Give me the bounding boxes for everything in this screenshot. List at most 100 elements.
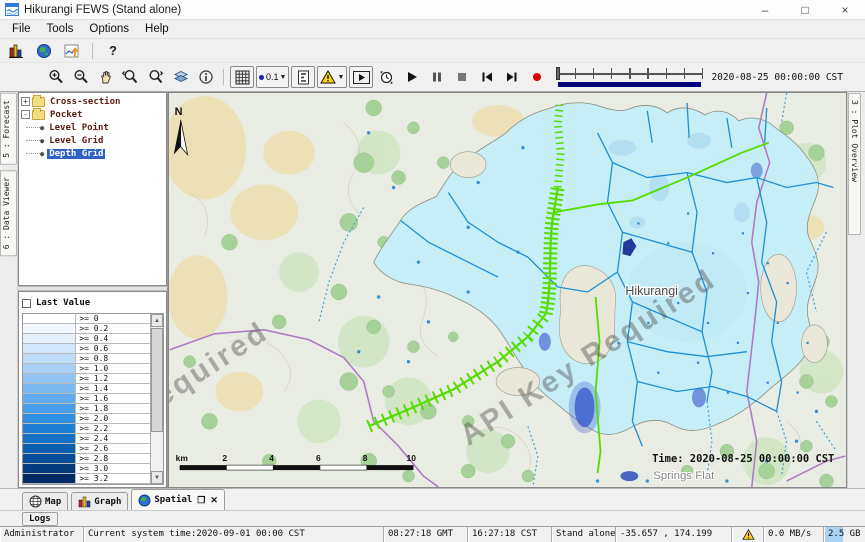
spatial-toolbar: 0.1 ▼ ▼ [0, 62, 865, 92]
menu-help[interactable]: Help [137, 21, 177, 37]
minimize-button[interactable]: – [745, 0, 785, 19]
chevron-down-icon: ▼ [337, 74, 344, 81]
record-icon [531, 71, 543, 83]
legend-swatch [23, 424, 76, 433]
movie-player-icon [353, 71, 370, 84]
legend-toggle-button[interactable] [291, 66, 315, 88]
time-slider-ticks [556, 68, 703, 79]
tab-plot-overview[interactable]: 3 : Plot Overview [848, 93, 861, 235]
scroll-down-icon[interactable]: ▼ [151, 471, 163, 484]
close-button[interactable]: × [825, 0, 865, 19]
movie-player-button[interactable] [349, 66, 373, 88]
scroll-thumb[interactable] [151, 328, 163, 432]
tab-map[interactable]: Map [22, 492, 68, 510]
warning-threshold-dropdown[interactable]: ▼ [317, 66, 347, 88]
logs-tab[interactable]: Logs [22, 512, 58, 526]
toolbar-separator [92, 43, 93, 59]
legend-row: >= 1.4 [23, 384, 150, 394]
interval-value: 0.1 [266, 72, 279, 82]
help-icon: ? [109, 43, 117, 58]
legend-row-label: >= 2.4 [76, 434, 150, 443]
menu-file[interactable]: File [4, 21, 39, 37]
map-canvas: API Key Required API Key Required N km 2… [169, 93, 846, 487]
legend-row-label: >= 0.6 [76, 344, 150, 353]
tree-item[interactable]: ●Depth Grid [21, 147, 166, 160]
tree-item[interactable]: + Cross-section [21, 95, 166, 108]
last-frame-button[interactable] [500, 66, 523, 89]
skip-start-icon [481, 71, 493, 83]
legend-row-label: >= 1.8 [76, 404, 150, 413]
zoom-in-button[interactable] [44, 66, 67, 89]
map-time-label: Time: 2020-08-25 00:00:00 CST [652, 453, 834, 465]
svg-text:8: 8 [363, 453, 368, 463]
bullet-icon: ● [40, 124, 44, 132]
tab-graph-label: Graph [94, 497, 121, 507]
zoom-previous-button[interactable] [119, 66, 142, 89]
legend-row: >= 2.0 [23, 414, 150, 424]
legend-row-label: >= 2.6 [76, 444, 150, 453]
legend-row-label: >= 2.0 [76, 414, 150, 423]
legend-swatch [23, 384, 76, 393]
tree-item-label: Level Grid [47, 136, 105, 146]
grid-icon [235, 70, 250, 85]
tree-item[interactable]: -Pocket [21, 108, 166, 121]
status-user: Administrator [0, 527, 84, 542]
tab-spatial[interactable]: Spatial ❐ ✕ [131, 489, 225, 510]
pan-button[interactable] [94, 66, 117, 89]
contour-interval-dropdown[interactable]: 0.1 ▼ [256, 66, 289, 88]
time-slider-handle[interactable] [556, 67, 560, 80]
map-viewport[interactable]: API Key Required API Key Required N km 2… [168, 92, 847, 488]
skip-end-icon [506, 71, 518, 83]
status-warning-cell[interactable] [732, 527, 764, 542]
zoom-out-button[interactable] [69, 66, 92, 89]
first-frame-button[interactable] [475, 66, 498, 89]
legend-row: >= 1.8 [23, 404, 150, 414]
legend-swatch [23, 414, 76, 423]
timeseries-display-button[interactable] [60, 41, 84, 61]
zoom-next-button[interactable] [144, 66, 167, 89]
menu-tools[interactable]: Tools [39, 21, 82, 37]
record-button[interactable] [525, 66, 548, 89]
last-value-checkbox[interactable] [22, 299, 31, 308]
pause-button[interactable] [425, 66, 448, 89]
tree-expander[interactable]: - [21, 110, 30, 119]
tab-maximize-icon[interactable]: ❐ [197, 495, 205, 506]
legend-swatch [23, 444, 76, 453]
legend-scrollbar[interactable]: ▲ ▼ [150, 314, 163, 484]
pause-icon [431, 71, 443, 83]
tab-forecast[interactable]: 5 : Forecast [0, 93, 17, 165]
info-button[interactable] [194, 66, 217, 89]
time-slider[interactable] [556, 66, 703, 88]
layers-button[interactable] [169, 66, 192, 89]
tree-item[interactable]: ●Level Grid [21, 134, 166, 147]
play-button[interactable] [400, 66, 423, 89]
last-value-label: Last Value [36, 298, 90, 308]
legend-swatch [23, 354, 76, 363]
tree-guide [26, 127, 40, 128]
map-display-button[interactable] [32, 41, 56, 61]
help-button[interactable]: ? [101, 41, 125, 61]
svg-text:km: km [176, 453, 188, 463]
folder-icon [32, 97, 45, 107]
legend-row-label: >= 0 [76, 314, 150, 323]
tab-graph[interactable]: Graph [71, 492, 128, 510]
tab-data-viewer[interactable]: 6 : Data Viewer [0, 170, 17, 256]
explorer-chart-button[interactable] [4, 41, 28, 61]
stop-button[interactable] [450, 66, 473, 89]
bar-chart-icon [8, 43, 25, 59]
menu-options[interactable]: Options [81, 21, 137, 37]
tab-close-icon[interactable]: ✕ [210, 495, 218, 506]
tree-expander[interactable]: + [21, 97, 30, 106]
svg-text:4: 4 [269, 453, 274, 463]
grid-display-button[interactable] [230, 66, 254, 88]
animation-settings-button[interactable] [375, 66, 398, 89]
bullet-icon: ● [40, 137, 44, 145]
scroll-up-icon[interactable]: ▲ [151, 314, 163, 327]
legend-row: >= 2.2 [23, 424, 150, 434]
tree-item[interactable]: ●Level Point [21, 121, 166, 134]
tree-guide [26, 153, 40, 154]
title-bar: Hikurangi FEWS (Stand alone) – □ × [0, 0, 865, 20]
legend-row: >= 0.6 [23, 344, 150, 354]
maximize-button[interactable]: □ [785, 0, 825, 19]
tree-item-label: Cross-section [48, 97, 122, 107]
